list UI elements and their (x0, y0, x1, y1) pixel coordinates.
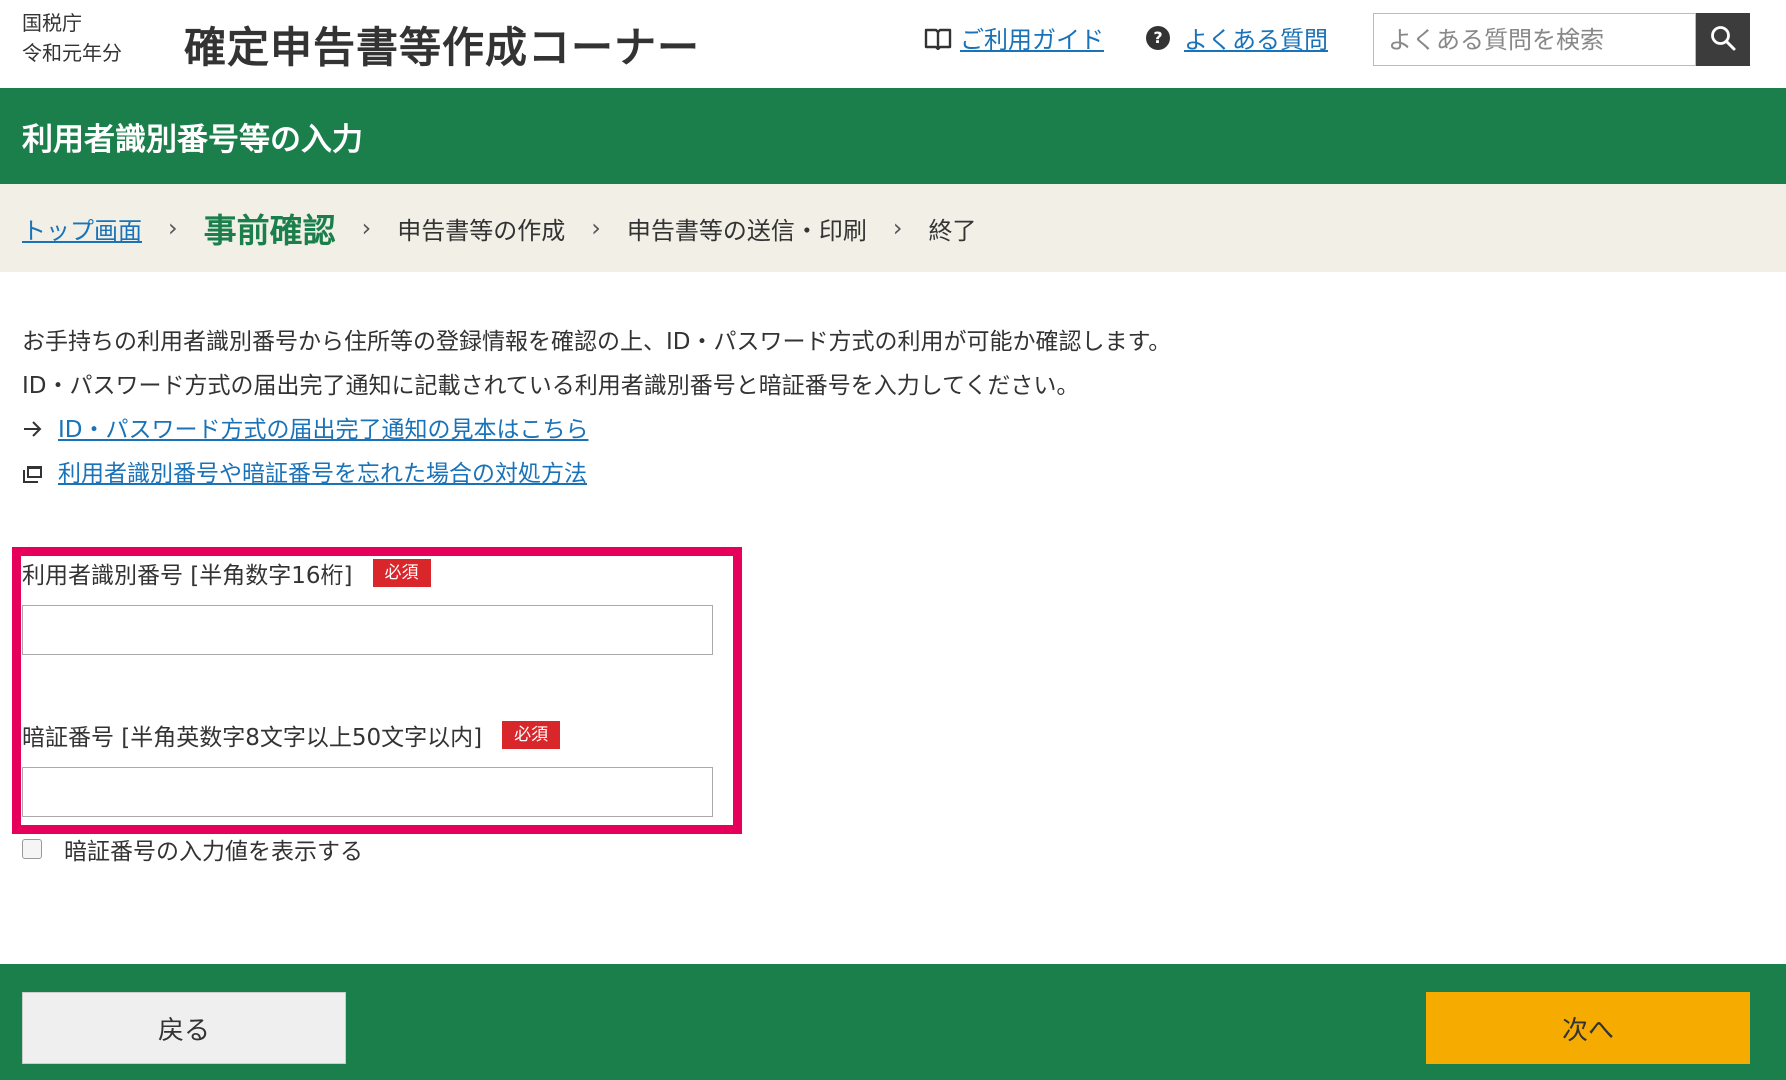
site-header: 国税庁 令和元年分 確定申告書等作成コーナー ご利用ガイド ? よくある質問 (0, 0, 1786, 88)
page: 国税庁 令和元年分 確定申告書等作成コーナー ご利用ガイド ? よくある質問 よ… (0, 0, 1786, 1080)
show-password-row: 暗証番号の入力値を表示する (22, 832, 363, 866)
breadcrumb-separator: › (168, 214, 178, 242)
breadcrumb-step-send-print: 申告書等の送信・印刷 (626, 216, 867, 245)
forgot-credentials-link[interactable]: 利用者識別番号や暗証番号を忘れた場合の対処方法 (58, 452, 587, 496)
question-icon: ? (1146, 25, 1170, 50)
intro-text-line1: お手持ちの利用者識別番号から住所等の登録情報を確認の上、ID・パスワード方式の利… (22, 329, 1172, 355)
password-field[interactable] (22, 767, 713, 817)
password-label-row: 暗証番号 [半角英数字8文字以上50文字以内] 必須 (22, 718, 561, 752)
required-badge: 必須 (502, 721, 561, 749)
intro-section: お手持ちの利用者識別番号から住所等の登録情報を確認の上、ID・パスワード方式の利… (22, 320, 1171, 496)
guide-link[interactable]: ご利用ガイド (960, 20, 1104, 55)
forgot-link-row: 利用者識別番号や暗証番号を忘れた場合の対処方法 (22, 452, 1171, 496)
required-badge: 必須 (372, 559, 431, 587)
tax-year: 令和元年分 (22, 41, 122, 65)
intro-text-line2: ID・パスワード方式の届出完了通知に記載されている利用者識別番号と暗証番号を入力… (22, 373, 1080, 399)
search-icon (1709, 24, 1737, 55)
page-title: 利用者識別番号等の入力 (22, 122, 363, 158)
title-band: 利用者識別番号等の入力 (0, 88, 1786, 184)
agency-info: 国税庁 令和元年分 (22, 8, 122, 68)
breadcrumb: トップ画面 › 事前確認 › 申告書等の作成 › 申告書等の送信・印刷 › 終了 (0, 184, 1786, 272)
breadcrumb-separator: › (361, 214, 372, 242)
next-button[interactable]: 次へ (1426, 992, 1750, 1064)
user-id-label: 利用者識別番号 [半角数字16桁] (22, 563, 353, 589)
breadcrumb-separator: › (591, 214, 601, 242)
sample-link-row: ID・パスワード方式の届出完了通知の見本はこちら (22, 408, 1171, 452)
faq-link[interactable]: よくある質問 (1184, 20, 1328, 55)
breadcrumb-step-finish: 終了 (928, 216, 977, 245)
new-window-icon (22, 464, 58, 484)
breadcrumb-step-create: 申告書等の作成 (397, 216, 566, 245)
sample-notice-link[interactable]: ID・パスワード方式の届出完了通知の見本はこちら (58, 408, 589, 452)
book-icon (924, 26, 952, 50)
breadcrumb-current-step: 事前確認 (203, 211, 336, 250)
back-button[interactable]: 戻る (22, 992, 346, 1064)
faq-link-group: ? よくある質問 (1146, 20, 1328, 55)
user-id-field[interactable] (22, 605, 713, 655)
breadcrumb-separator: › (892, 214, 903, 242)
footer-bar: 戻る 次へ (0, 964, 1786, 1080)
agency-name: 国税庁 (22, 11, 82, 35)
show-password-checkbox[interactable] (22, 839, 42, 859)
app-title: 確定申告書等作成コーナー (184, 23, 701, 72)
show-password-label: 暗証番号の入力値を表示する (64, 839, 363, 865)
guide-link-group: ご利用ガイド (924, 20, 1104, 55)
search-button[interactable] (1696, 13, 1750, 66)
search-input[interactable] (1373, 13, 1696, 66)
arrow-right-icon (22, 408, 58, 452)
user-id-label-row: 利用者識別番号 [半角数字16桁] 必須 (22, 556, 431, 590)
breadcrumb-top[interactable]: トップ画面 (22, 211, 142, 246)
password-label: 暗証番号 [半角英数字8文字以上50文字以内] (22, 725, 483, 751)
